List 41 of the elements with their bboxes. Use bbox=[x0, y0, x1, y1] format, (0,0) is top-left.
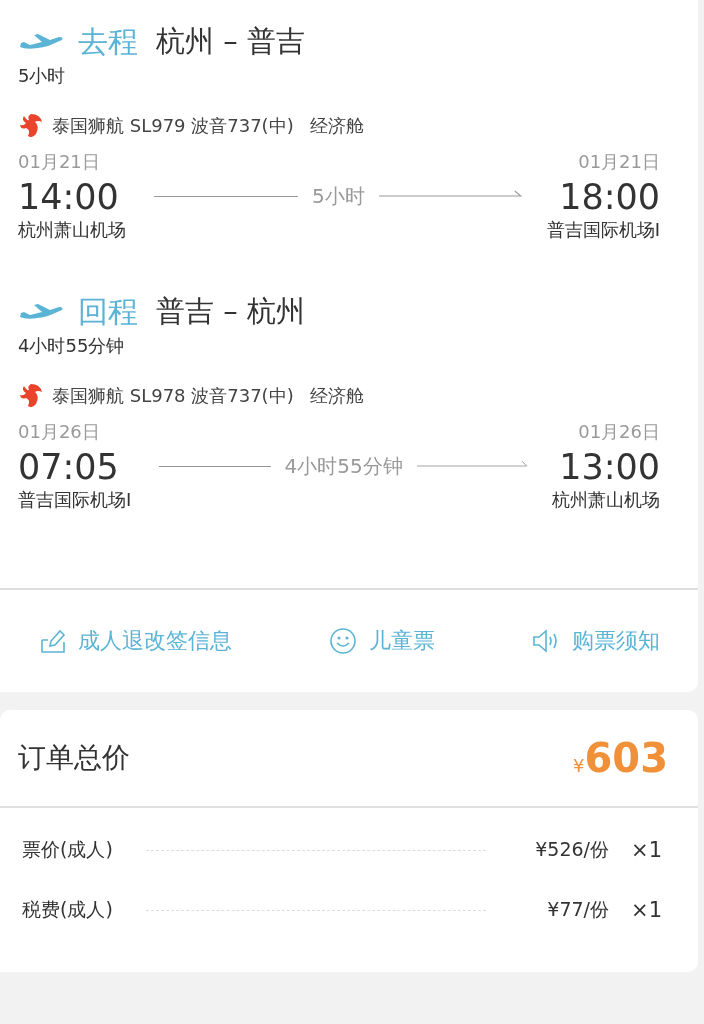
departure-date: 01月21日 bbox=[18, 150, 100, 174]
departure-time: 07:05 bbox=[18, 446, 119, 488]
flight-duration: 4小时55分钟 bbox=[284, 452, 403, 480]
order-total-label: 订单总价 bbox=[18, 740, 130, 776]
arrival-airport: 杭州萧山机场 bbox=[552, 488, 660, 512]
trip-direction: 回程 bbox=[78, 292, 138, 331]
arrival-date: 01月26日 bbox=[578, 420, 660, 444]
info-link[interactable]: 成人退改签信息 bbox=[40, 626, 232, 656]
flight-info: 泰国狮航 SL978 波音737(中) bbox=[52, 384, 294, 408]
trip-duration: 5小时 bbox=[18, 64, 67, 88]
arrival-time: 18:00 bbox=[559, 176, 660, 218]
quantity: ×1 bbox=[631, 898, 662, 922]
route-title: 普吉 – 杭州 bbox=[156, 293, 305, 330]
flight-duration: 5小时 bbox=[312, 182, 365, 210]
bird-logo-icon bbox=[18, 382, 44, 410]
trip-duration: 4小时55分钟 bbox=[18, 334, 126, 358]
order-total-amount: 603 bbox=[584, 735, 668, 781]
pencil-icon bbox=[40, 628, 66, 654]
info-link[interactable]: 儿童票 bbox=[329, 626, 435, 656]
quantity: ×1 bbox=[631, 838, 662, 862]
fee-label: 税费(成人) bbox=[22, 897, 114, 922]
arrival-date: 01月21日 bbox=[578, 150, 660, 174]
cabin-class: 经济舱 bbox=[309, 114, 364, 138]
speaker-icon bbox=[532, 628, 560, 654]
currency-symbol: ¥ bbox=[573, 755, 585, 776]
trip-direction: 去程 bbox=[78, 22, 138, 61]
flight-info: 泰国狮航 SL979 波音737(中) bbox=[52, 114, 294, 138]
departure-time: 14:00 bbox=[18, 176, 119, 218]
departure-date: 01月26日 bbox=[18, 420, 100, 444]
departure-airport: 杭州萧山机场 bbox=[18, 218, 126, 242]
fee-label: 票价(成人) bbox=[22, 837, 114, 862]
bird-logo-icon bbox=[18, 112, 44, 140]
smiley-icon bbox=[329, 627, 357, 655]
route-title: 杭州 – 普吉 bbox=[156, 23, 305, 60]
info-link[interactable]: 购票须知 bbox=[532, 626, 660, 656]
unit-price: ¥77/份 bbox=[547, 897, 610, 922]
departure-airport: 普吉国际机场I bbox=[18, 488, 132, 512]
arrival-time: 13:00 bbox=[559, 446, 660, 488]
arrival-airport: 普吉国际机场I bbox=[546, 218, 660, 242]
cabin-class: 经济舱 bbox=[309, 384, 364, 408]
unit-price: ¥526/份 bbox=[535, 837, 610, 862]
